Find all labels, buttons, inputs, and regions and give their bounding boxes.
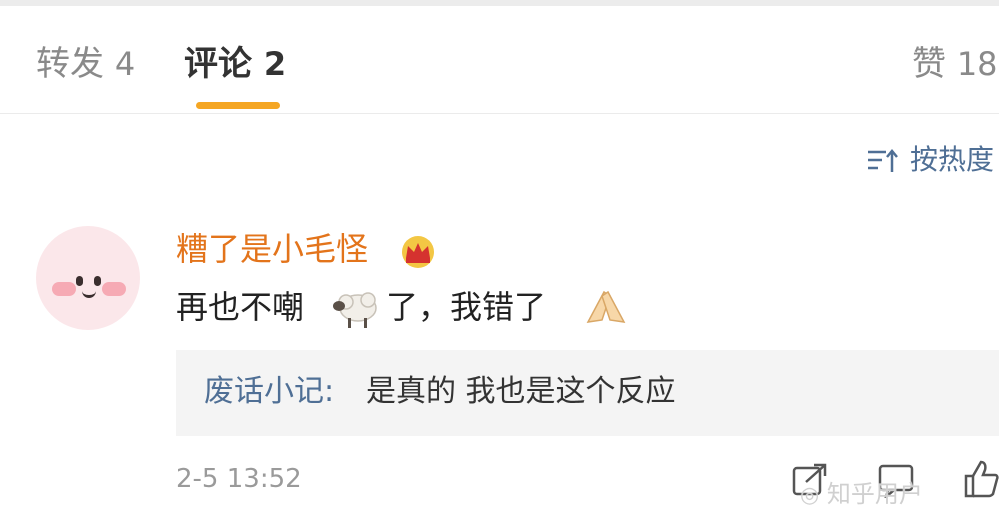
watermark: ◎ 知乎用户: [800, 478, 923, 512]
avatar-mouth: [82, 290, 96, 298]
avatar-cheek-right: [102, 282, 126, 296]
pray-hands-emoji: [586, 290, 626, 323]
tab-like[interactable]: 赞 18: [912, 44, 998, 84]
reply-author[interactable]: 废话小记:: [204, 372, 334, 412]
tab-comment-count: 2: [263, 45, 287, 83]
comment-timestamp: 2-5 13:52: [176, 464, 302, 494]
reply-text: 是真的 我也是这个反应: [366, 374, 676, 409]
sort-label: 按热度: [910, 143, 995, 176]
comment-username[interactable]: 糟了是小毛怪: [176, 228, 368, 270]
tab-like-label: 赞: [912, 44, 946, 84]
comment-text-end: 了，我错了: [386, 288, 547, 326]
sort-icon: [868, 149, 898, 172]
like-icon[interactable]: [962, 458, 999, 498]
avatar-eye-left: [76, 276, 83, 286]
avatar[interactable]: [36, 226, 140, 330]
reply-preview[interactable]: 废话小记: 是真的 我也是这个反应: [176, 350, 999, 436]
tab-repost-label: 转发: [36, 44, 104, 84]
comment-text-start: 再也不嘲: [176, 288, 305, 326]
tab-like-count: 18: [956, 45, 998, 83]
tab-repost[interactable]: 转发 4: [36, 44, 135, 84]
sheep-emoji: [333, 292, 377, 328]
tab-comment-label: 评论: [184, 44, 252, 84]
active-tab-indicator: [196, 102, 280, 109]
avatar-eye-right: [94, 276, 101, 286]
tab-comment[interactable]: 评论 2: [184, 44, 286, 84]
tab-repost-count: 4: [114, 45, 136, 83]
tab-bar: 转发 4 评论 2 赞 18: [0, 6, 999, 114]
watermark-text: 知乎用户: [826, 480, 923, 508]
avatar-cheek-left: [52, 282, 76, 296]
crown-icon: [402, 236, 434, 268]
weibo-logo-icon: ◎: [800, 483, 820, 508]
